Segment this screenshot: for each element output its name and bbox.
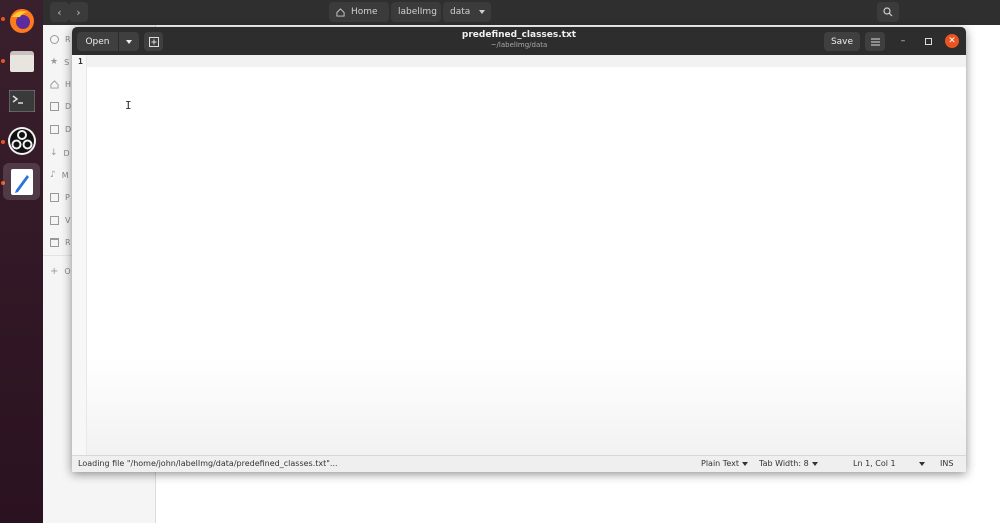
text-editor-window: Open predefined_classes.txt ~/labelImg/d… <box>72 27 966 472</box>
terminal-icon <box>8 89 35 112</box>
sidebar-item-label: P <box>65 193 70 202</box>
sidebar-item-music[interactable]: ♪ M <box>50 170 69 180</box>
sidebar-item-pictures[interactable]: P <box>50 193 70 202</box>
new-tab-button[interactable] <box>144 32 163 51</box>
home-icon <box>336 7 345 17</box>
status-message: Loading file "/home/john/labelImg/data/p… <box>78 459 338 468</box>
folder-icon <box>9 50 34 72</box>
statusbar: Loading file "/home/john/labelImg/data/p… <box>72 455 966 472</box>
cursor-position-selector[interactable]: Ln 1, Col 1 <box>853 459 925 468</box>
sidebar-item-desktop[interactable]: D <box>50 102 71 111</box>
save-button[interactable]: Save <box>824 32 860 51</box>
window-title-area: predefined_classes.txt ~/labelImg/data <box>372 30 666 50</box>
downloads-icon: ↓ <box>50 148 58 158</box>
home-icon <box>50 80 59 89</box>
chevron-down-icon <box>918 461 925 466</box>
new-document-icon <box>148 36 159 47</box>
close-icon: ✕ <box>948 36 956 46</box>
sidebar-item-downloads[interactable]: ↓ D <box>50 148 70 158</box>
sidebar-item-documents[interactable]: D <box>50 125 71 134</box>
sidebar-item-label: R <box>65 35 71 44</box>
text-view[interactable]: 1 I <box>72 55 966 456</box>
obs-icon <box>7 126 36 155</box>
forward-button[interactable]: › <box>69 2 88 22</box>
sidebar-item-label: H <box>65 80 72 89</box>
music-icon: ♪ <box>50 170 56 180</box>
back-button[interactable]: ‹ <box>50 2 69 22</box>
breadcrumb-label: data <box>450 7 471 17</box>
chevron-down-icon <box>811 461 818 466</box>
sidebar-item-label: D <box>63 148 70 158</box>
sidebar-item-videos[interactable]: V <box>50 216 70 225</box>
breadcrumb-home[interactable]: Home <box>329 2 389 22</box>
obs-launcher[interactable] <box>3 122 40 159</box>
chevron-right-icon: › <box>76 5 81 19</box>
open-button-group: Open <box>77 32 139 51</box>
breadcrumb-labelimg[interactable]: labelImg <box>391 2 441 22</box>
sidebar-item-other-locations[interactable]: + O <box>50 266 71 277</box>
terminal-launcher[interactable] <box>3 82 40 119</box>
chevron-down-icon <box>479 10 486 14</box>
sidebar-item-starred[interactable]: ★ S <box>50 57 69 67</box>
sidebar-item-label: D <box>65 102 72 111</box>
firefox-icon <box>9 8 34 33</box>
breadcrumb-label: labelImg <box>398 7 437 17</box>
breadcrumb-data[interactable]: data <box>443 2 491 22</box>
hamburger-menu-button[interactable] <box>865 32 885 51</box>
plus-icon: + <box>50 266 59 277</box>
sidebar-item-label: R <box>65 238 71 247</box>
pictures-icon <box>50 193 59 202</box>
dock <box>0 0 43 523</box>
sidebar-item-label: D <box>65 125 72 134</box>
chevron-down-icon <box>126 39 132 44</box>
tab-width-selector[interactable]: Tab Width: 8 <box>759 459 818 468</box>
documents-icon <box>50 125 59 134</box>
videos-icon <box>50 216 59 225</box>
sidebar-item-home[interactable]: H <box>50 80 71 89</box>
minimize-button[interactable]: – <box>896 34 910 48</box>
open-button[interactable]: Open <box>77 32 119 51</box>
sidebar-item-trash[interactable]: R <box>50 238 71 247</box>
breadcrumb-label: Home <box>351 7 378 17</box>
ibeam-cursor-icon: I <box>125 99 132 112</box>
sidebar-item-label: V <box>65 216 71 225</box>
sidebar-item-recent[interactable]: R <box>50 35 71 44</box>
search-icon <box>883 7 893 17</box>
document-title: predefined_classes.txt <box>461 30 577 40</box>
desktop-icon <box>50 102 59 111</box>
firefox-launcher[interactable] <box>3 2 40 39</box>
star-icon: ★ <box>50 57 59 67</box>
text-editor-icon <box>10 168 33 195</box>
chevron-down-icon <box>741 461 748 466</box>
open-dropdown-button[interactable] <box>119 32 139 51</box>
sidebar-item-label: S <box>64 57 70 67</box>
insert-mode-indicator[interactable]: INS <box>940 459 953 468</box>
document-path: ~/labelImg/data <box>490 41 548 49</box>
file-manager-headerbar: ‹ › Home labelImg data <box>43 0 1000 25</box>
current-line-highlight <box>87 55 966 67</box>
sidebar-item-label: M <box>61 170 69 180</box>
menu-icon <box>870 38 880 45</box>
maximize-icon <box>924 37 932 45</box>
text-editor-launcher[interactable] <box>3 163 40 200</box>
language-label: Plain Text <box>701 459 739 468</box>
tab-width-label: Tab Width: 8 <box>759 459 809 468</box>
line-number: 1 <box>78 57 83 66</box>
line-number-gutter: 1 <box>72 55 87 456</box>
cursor-position-label: Ln 1, Col 1 <box>853 459 896 468</box>
trash-icon <box>50 238 59 247</box>
close-button[interactable]: ✕ <box>945 34 959 48</box>
recent-icon <box>50 35 59 44</box>
chevron-left-icon: ‹ <box>57 5 62 19</box>
editor-fade <box>87 356 966 456</box>
files-launcher[interactable] <box>3 42 40 79</box>
minimize-icon: – <box>900 36 906 46</box>
headerbar: Open predefined_classes.txt ~/labelImg/d… <box>72 27 966 55</box>
sidebar-item-label: O <box>64 267 71 276</box>
search-button[interactable] <box>877 2 899 22</box>
language-selector[interactable]: Plain Text <box>701 459 748 468</box>
maximize-button[interactable] <box>921 34 935 48</box>
